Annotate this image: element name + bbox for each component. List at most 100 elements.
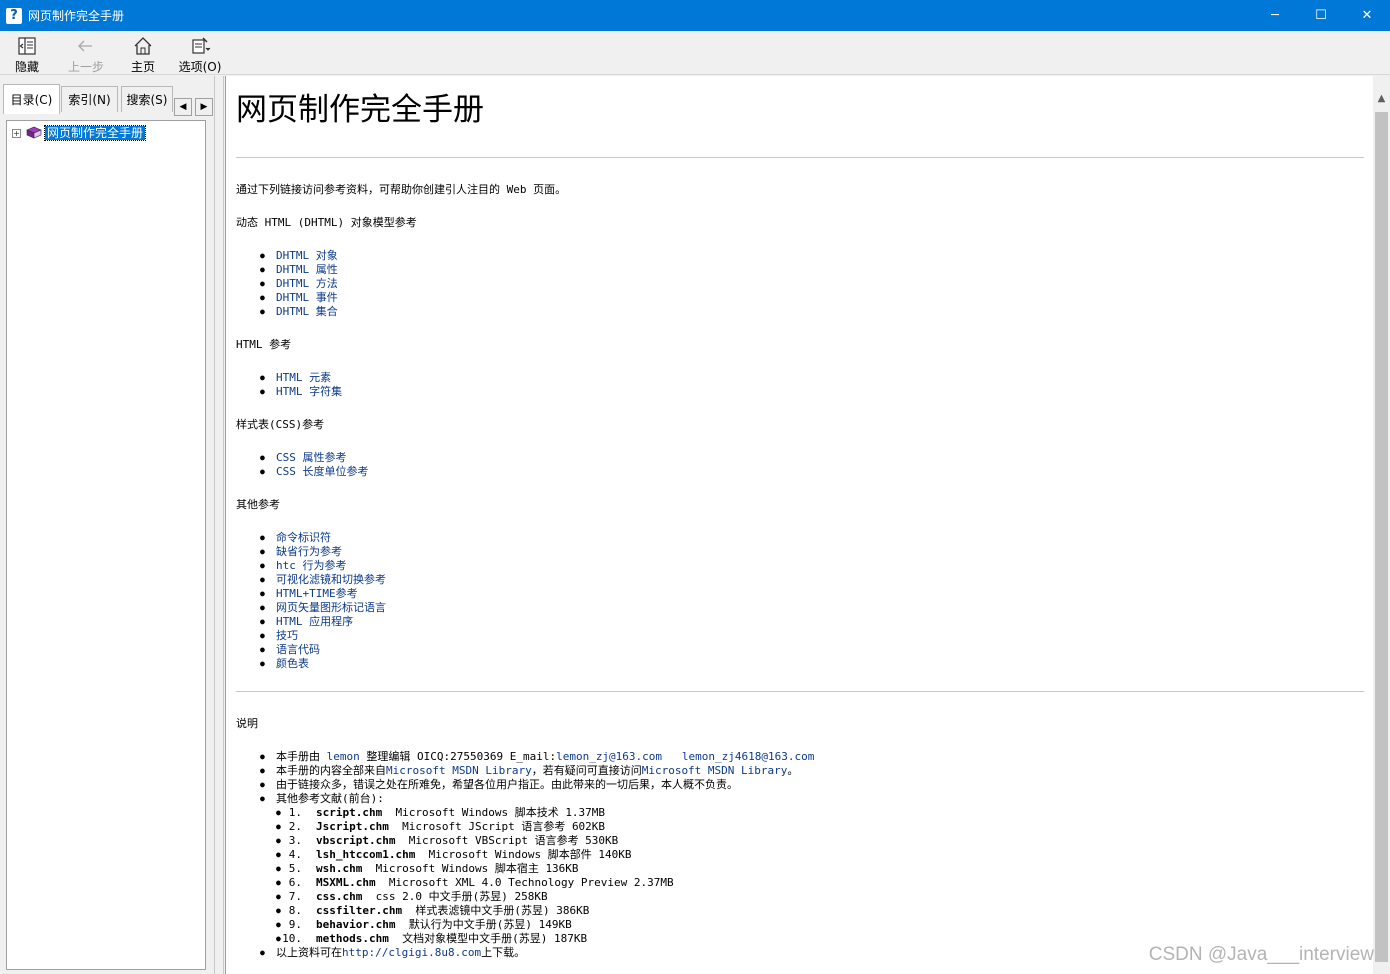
link[interactable]: htc 行为参考 bbox=[276, 559, 347, 572]
file-name: methods.chm bbox=[316, 932, 389, 945]
intro-text: 通过下列链接访问参考资料，可帮助你创建引人注目的 Web 页面。 bbox=[236, 183, 567, 196]
link[interactable]: 缺省行为参考 bbox=[276, 545, 342, 558]
download-link[interactable]: http://clgigi.8u8.com bbox=[342, 946, 481, 959]
reference-item: 2.Jscript.chm Microsoft JScript 语言参考 602… bbox=[276, 820, 1364, 834]
scroll-up-icon[interactable]: ▲ bbox=[1373, 90, 1390, 107]
note-text: 。 bbox=[787, 764, 799, 777]
link[interactable]: DHTML 集合 bbox=[276, 305, 338, 318]
section-title: 动态 HTML (DHTML) 对象模型参考 bbox=[236, 216, 417, 229]
file-name: script.chm bbox=[316, 806, 383, 819]
list-item: 技巧 bbox=[260, 629, 1364, 643]
file-name: MSXML.chm bbox=[316, 876, 376, 889]
link[interactable]: 命令标识符 bbox=[276, 531, 331, 544]
home-button[interactable]: 主页 bbox=[128, 31, 158, 75]
link[interactable]: DHTML 对象 bbox=[276, 249, 338, 262]
note-text: 本手册由 bbox=[276, 750, 327, 763]
title-bar: ? 网页制作完全手册 ─ ☐ ✕ bbox=[0, 0, 1390, 31]
list-item: 由于链接众多，错误之处在所难免，希望各位用户指正。由此带来的一切后果，本人概不负… bbox=[260, 778, 1364, 792]
msdn-link[interactable]: Microsoft MSDN Library bbox=[642, 764, 788, 777]
section-title: 其他参考 bbox=[236, 498, 280, 511]
file-name: wsh.chm bbox=[316, 862, 363, 875]
options-icon bbox=[192, 37, 211, 54]
file-desc: Microsoft JScript 语言参考 602KB bbox=[402, 820, 606, 833]
file-name: lsh_htccom1.chm bbox=[316, 848, 416, 861]
reference-item: 4.lsh_htccom1.chm Microsoft Windows 脚本部件… bbox=[276, 848, 1364, 862]
reference-item: 1.script.chm Microsoft Windows 脚本技术 1.37… bbox=[276, 806, 1364, 820]
link[interactable]: 可视化滤镜和切换参考 bbox=[276, 573, 386, 586]
vertical-scrollbar[interactable]: ▲ bbox=[1373, 76, 1390, 974]
minimize-button[interactable]: ─ bbox=[1252, 0, 1298, 31]
link[interactable]: HTML 应用程序 bbox=[276, 615, 353, 628]
note-text: 由于链接众多，错误之处在所难免，希望各位用户指正。由此带来的一切后果，本人概不负… bbox=[276, 778, 738, 791]
email-link[interactable]: lemon_zj@163.com bbox=[556, 750, 662, 763]
list-item: htc 行为参考 bbox=[260, 559, 1364, 573]
list-item: HTML 字符集 bbox=[260, 385, 1364, 399]
window-title: 网页制作完全手册 bbox=[28, 9, 125, 23]
tree-node-label[interactable]: 网页制作完全手册 bbox=[43, 125, 147, 141]
help-book-icon[interactable]: ? bbox=[6, 7, 22, 24]
link[interactable]: 语言代码 bbox=[276, 643, 320, 656]
link[interactable]: 技巧 bbox=[276, 629, 298, 642]
file-desc: Microsoft Windows 脚本部件 140KB bbox=[428, 848, 632, 861]
link[interactable]: DHTML 方法 bbox=[276, 277, 338, 290]
msdn-link[interactable]: Microsoft MSDN Library bbox=[386, 764, 532, 777]
window-controls: ─ ☐ ✕ bbox=[1252, 0, 1390, 31]
author-link[interactable]: lemon bbox=[327, 750, 360, 763]
link[interactable]: DHTML 属性 bbox=[276, 263, 338, 276]
note-text: 以上资料可在 bbox=[276, 946, 342, 959]
file-desc: css 2.0 中文手册(苏昱) 258KB bbox=[375, 890, 548, 903]
divider bbox=[236, 691, 1364, 692]
reference-item: 9.behavior.chm 默认行为中文手册(苏昱) 149KB bbox=[276, 918, 1364, 932]
note-text: 本手册的内容全部来自 bbox=[276, 764, 386, 777]
list-item: HTML 应用程序 bbox=[260, 615, 1364, 629]
tab-search[interactable]: 搜索(S) bbox=[121, 86, 173, 112]
maximize-button[interactable]: ☐ bbox=[1298, 0, 1344, 31]
tab-contents[interactable]: 目录(C) bbox=[3, 84, 60, 114]
file-desc: 默认行为中文手册(苏昱) 149KB bbox=[408, 918, 572, 931]
list-item: DHTML 事件 bbox=[260, 291, 1364, 305]
link[interactable]: CSS 属性参考 bbox=[276, 451, 347, 464]
back-button[interactable]: 上一步 bbox=[66, 31, 106, 75]
section-title: HTML 参考 bbox=[236, 338, 292, 351]
reference-item: 6.MSXML.chm Microsoft XML 4.0 Technology… bbox=[276, 876, 1364, 890]
link[interactable]: 网页矢量图形标记语言 bbox=[276, 601, 386, 614]
expand-icon[interactable]: + bbox=[12, 128, 21, 138]
reference-item: 7.css.chm css 2.0 中文手册(苏昱) 258KB bbox=[276, 890, 1364, 904]
list-item: CSS 长度单位参考 bbox=[260, 465, 1364, 479]
file-name: css.chm bbox=[316, 890, 363, 903]
list-item: 可视化滤镜和切换参考 bbox=[260, 573, 1364, 587]
options-label: 选项(O) bbox=[178, 60, 222, 74]
link-list: HTML 元素 HTML 字符集 bbox=[236, 371, 1364, 399]
link[interactable]: HTML 元素 bbox=[276, 371, 331, 384]
home-label: 主页 bbox=[130, 60, 155, 74]
list-item: DHTML 属性 bbox=[260, 263, 1364, 277]
link[interactable]: CSS 长度单位参考 bbox=[276, 465, 369, 478]
home-icon bbox=[134, 37, 152, 55]
link[interactable]: DHTML 事件 bbox=[276, 291, 338, 304]
file-desc: Microsoft Windows 脚本宿主 136KB bbox=[375, 862, 579, 875]
tab-scroll-right-icon[interactable]: ▶ bbox=[195, 98, 213, 116]
tab-scroll-left-icon[interactable]: ◀ bbox=[174, 98, 192, 116]
options-button[interactable]: 选项(O) bbox=[178, 31, 222, 75]
tab-index[interactable]: 索引(N) bbox=[61, 86, 118, 112]
file-desc: Microsoft Windows 脚本技术 1.37MB bbox=[395, 806, 606, 819]
reference-item: 8.cssfilter.chm 样式表滤镜中文手册(苏昱) 386KB bbox=[276, 904, 1364, 918]
link[interactable]: 颜色表 bbox=[276, 657, 309, 670]
scroll-thumb[interactable] bbox=[1375, 112, 1388, 962]
link[interactable]: HTML 字符集 bbox=[276, 385, 342, 398]
link[interactable]: HTML+TIME参考 bbox=[276, 587, 358, 600]
pane-splitter[interactable] bbox=[214, 76, 224, 974]
email-link[interactable]: lemon_zj4618@163.com bbox=[682, 750, 814, 763]
file-name: vbscript.chm bbox=[316, 834, 396, 847]
list-item: 其他参考文献(前台): 1.script.chm Microsoft Windo… bbox=[260, 792, 1364, 946]
list-item: 缺省行为参考 bbox=[260, 545, 1364, 559]
tree-node[interactable]: + 网页制作完全手册 bbox=[12, 125, 147, 141]
document-body: 网页制作完全手册 通过下列链接访问参考资料，可帮助你创建引人注目的 Web 页面… bbox=[236, 76, 1364, 960]
link-list: DHTML 对象 DHTML 属性 DHTML 方法 DHTML 事件 DHTM… bbox=[236, 249, 1364, 319]
list-item: 网页矢量图形标记语言 bbox=[260, 601, 1364, 615]
hide-button[interactable]: 隐藏 bbox=[12, 31, 42, 75]
close-button[interactable]: ✕ bbox=[1344, 0, 1390, 31]
notes-title: 说明 bbox=[236, 717, 258, 730]
list-item: 本手册由 lemon 整理编辑 OICQ:27550369 E_mail:lem… bbox=[260, 750, 1364, 764]
list-item: DHTML 对象 bbox=[260, 249, 1364, 263]
